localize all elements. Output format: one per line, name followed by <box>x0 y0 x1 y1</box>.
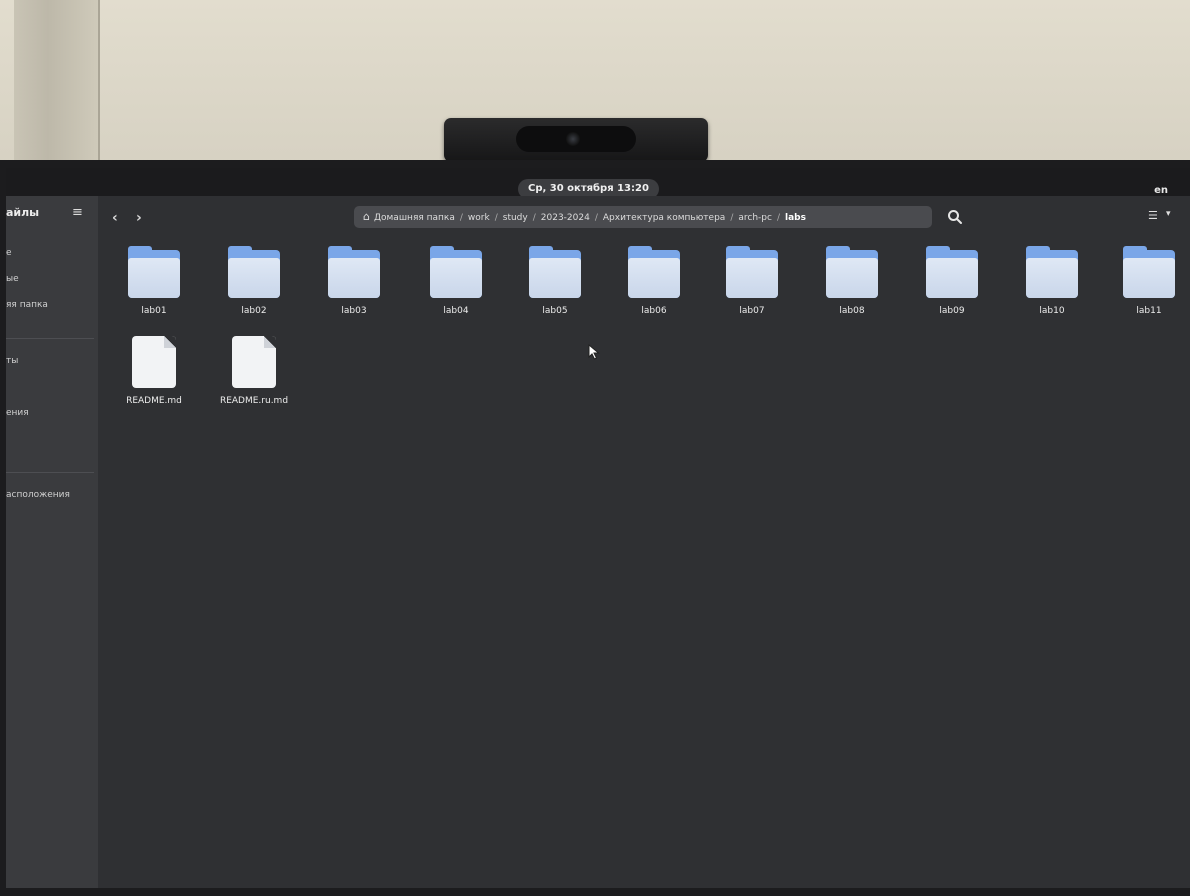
folder-icon <box>926 246 978 298</box>
path-segment[interactable]: 2023-2024 <box>541 213 590 223</box>
folder-item[interactable]: lab03 <box>309 246 399 316</box>
path-separator: / <box>494 213 498 223</box>
chevron-left-icon[interactable]: ‹ <box>112 210 118 226</box>
folder-label: lab01 <box>141 306 167 316</box>
file-item[interactable]: README.md <box>109 336 199 406</box>
folder-label: lab09 <box>939 306 965 316</box>
folder-label: lab07 <box>739 306 765 316</box>
sidebar-item-recent[interactable]: е <box>6 248 12 258</box>
path-separator: / <box>459 213 463 223</box>
folder-item[interactable]: lab09 <box>907 246 997 316</box>
document-icon <box>232 336 276 388</box>
sidebar-item-starred[interactable]: ые <box>6 274 19 284</box>
folder-icon <box>328 246 380 298</box>
search-icon[interactable] <box>946 208 964 226</box>
sidebar-divider <box>6 338 94 339</box>
webcam <box>444 118 708 162</box>
folder-label: lab10 <box>1039 306 1065 316</box>
folder-icon <box>1026 246 1078 298</box>
folder-icon <box>726 246 778 298</box>
path-segment[interactable]: work <box>468 213 490 223</box>
folder-label: lab02 <box>241 306 267 316</box>
path-segment-current[interactable]: labs <box>785 213 806 223</box>
monitor: Ср, 30 октября 13:20 en айлы ≡ е ые яя п… <box>0 160 1190 896</box>
folder-label: lab05 <box>542 306 568 316</box>
screen: Ср, 30 октября 13:20 en айлы ≡ е ые яя п… <box>6 168 1190 888</box>
mouse-pointer-icon <box>588 344 600 360</box>
file-label: README.md <box>126 396 182 406</box>
folder-icon <box>628 246 680 298</box>
webcam-lens <box>566 132 580 146</box>
sidebar-title: айлы <box>6 206 40 219</box>
path-segment[interactable]: Архитектура компьютера <box>603 213 725 223</box>
folder-icon <box>228 246 280 298</box>
sidebar: айлы ≡ е ые яя папка ты ения асположения <box>6 196 98 888</box>
top-bar: Ср, 30 октября 13:20 en <box>6 168 1190 199</box>
file-item[interactable]: README.ru.md <box>209 336 299 406</box>
home-icon: ⌂ <box>363 210 370 223</box>
door-frame <box>14 0 100 160</box>
list-view-icon[interactable]: ☰ <box>1148 209 1158 222</box>
header-bar: ‹ › ⌂ Домашняя папка / work / study / 2023-2024… <box>98 196 1190 242</box>
sidebar-item-documents[interactable]: ты <box>6 356 18 366</box>
folder-label: lab06 <box>641 306 667 316</box>
folder-item[interactable]: lab05 <box>510 246 600 316</box>
folder-item[interactable]: lab10 <box>1007 246 1097 316</box>
path-segment[interactable]: Домашняя папка <box>374 213 455 223</box>
folder-item[interactable]: lab02 <box>209 246 299 316</box>
sidebar-item-downloads[interactable]: ения <box>6 408 29 418</box>
folder-item[interactable]: lab06 <box>609 246 699 316</box>
language-indicator[interactable]: en <box>1154 185 1168 196</box>
file-grid: lab01 lab02 lab03 lab04 lab05 lab06 lab0… <box>98 242 1190 888</box>
path-separator: / <box>532 213 536 223</box>
path-segment[interactable]: study <box>503 213 528 223</box>
folder-label: lab04 <box>443 306 469 316</box>
folder-icon <box>1123 246 1175 298</box>
sidebar-divider <box>6 472 94 473</box>
chevron-down-icon[interactable]: ▾ <box>1166 209 1171 219</box>
chevron-right-icon[interactable]: › <box>136 210 142 226</box>
folder-label: lab11 <box>1136 306 1162 316</box>
path-bar[interactable]: ⌂ Домашняя папка / work / study / 2023-2024 / Арх… <box>354 206 932 228</box>
sidebar-item-home[interactable]: яя папка <box>6 300 48 310</box>
folder-icon <box>430 246 482 298</box>
folder-item[interactable]: lab08 <box>807 246 897 316</box>
file-label: README.ru.md <box>219 396 289 406</box>
folder-icon <box>826 246 878 298</box>
document-icon <box>132 336 176 388</box>
webcam-lens-area <box>516 126 636 152</box>
folder-item[interactable]: lab04 <box>411 246 501 316</box>
folder-icon <box>529 246 581 298</box>
hamburger-menu-icon[interactable]: ≡ <box>72 205 83 220</box>
path-separator: / <box>594 213 598 223</box>
folder-item[interactable]: lab11 <box>1104 246 1190 316</box>
path-separator: / <box>776 213 780 223</box>
sidebar-item-other-locations[interactable]: асположения <box>6 490 70 500</box>
folder-label: lab08 <box>839 306 865 316</box>
path-segment[interactable]: arch-pc <box>738 213 772 223</box>
path-separator: / <box>730 213 734 223</box>
folder-icon <box>128 246 180 298</box>
folder-item[interactable]: lab07 <box>707 246 797 316</box>
folder-item[interactable]: lab01 <box>109 246 199 316</box>
folder-label: lab03 <box>341 306 367 316</box>
